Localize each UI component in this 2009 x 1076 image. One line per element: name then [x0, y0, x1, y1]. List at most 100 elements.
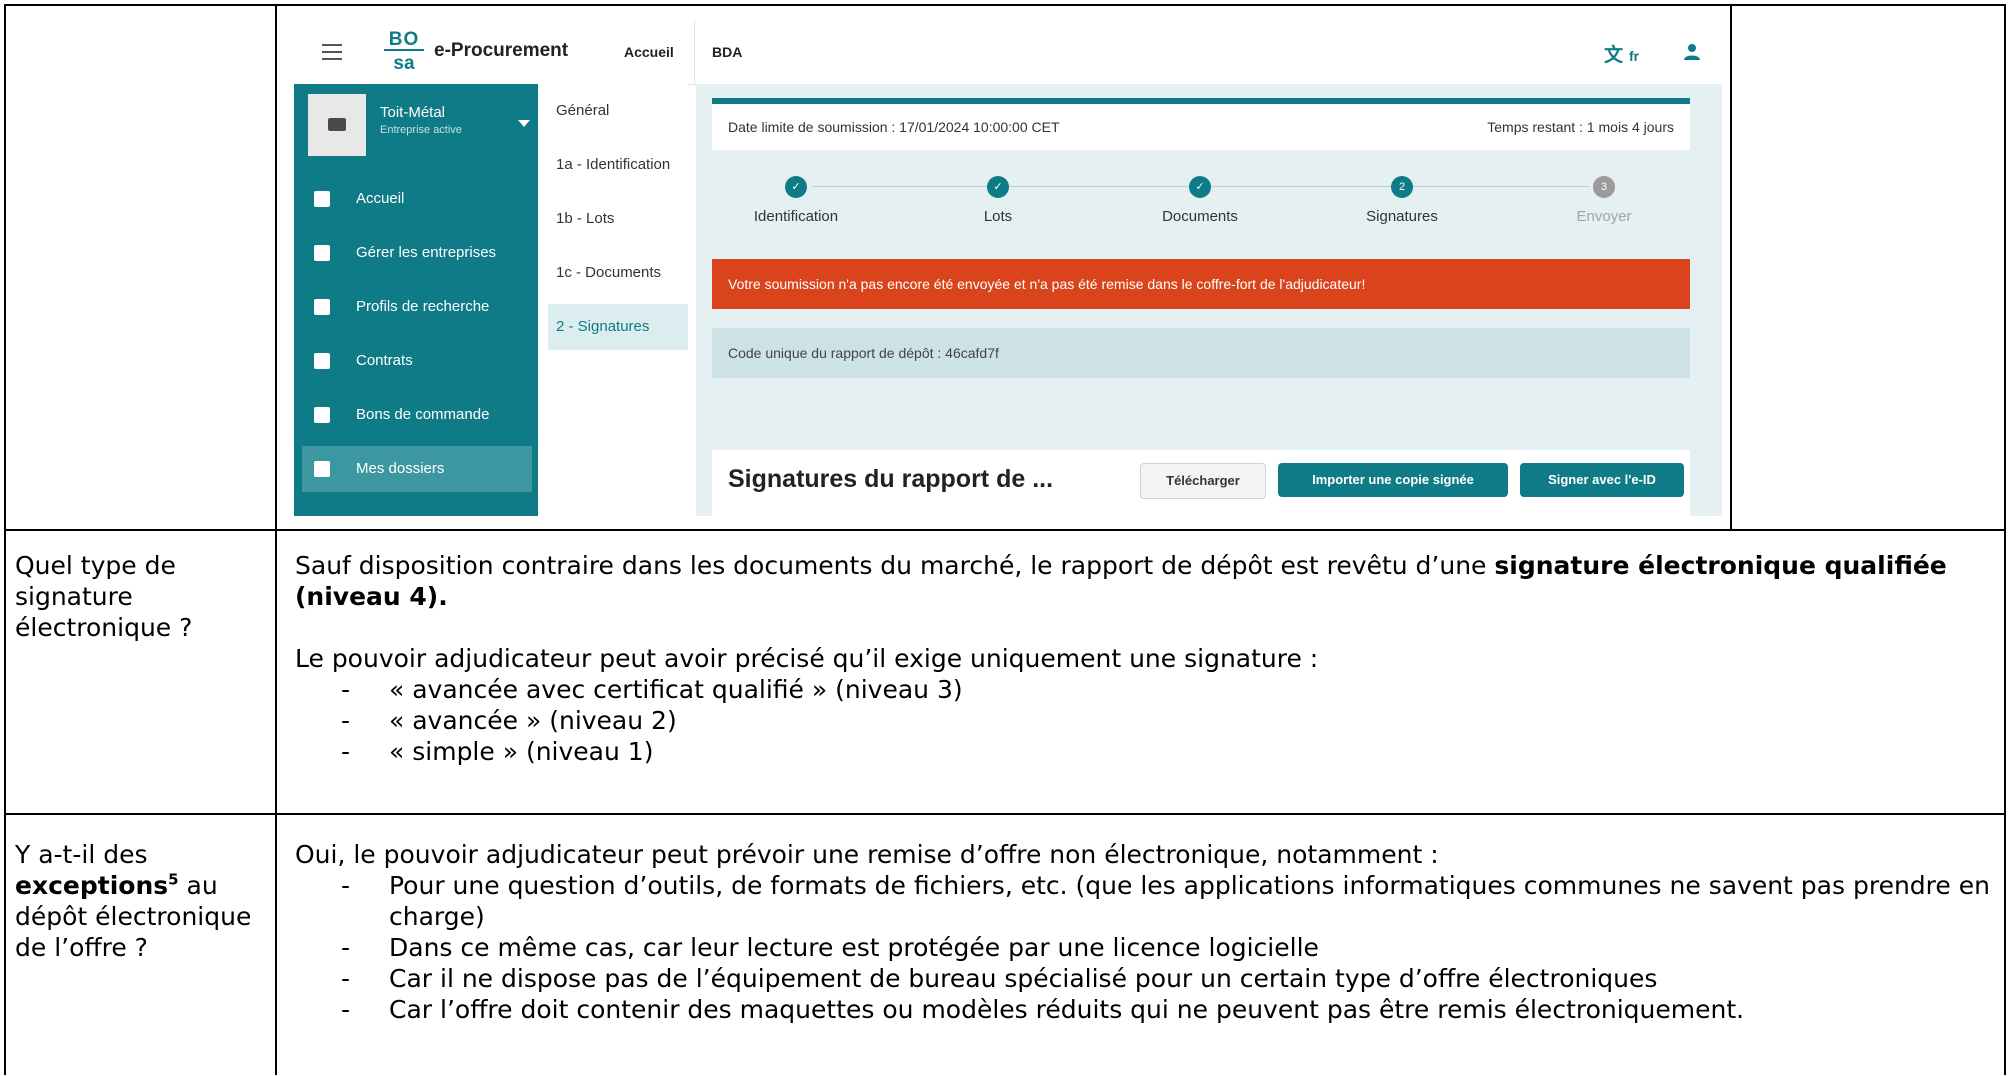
list-item: - Dans ce même cas, car leur lecture est …	[341, 933, 1319, 962]
table-border-left	[4, 4, 6, 1075]
question-exceptions-pre: Y a-t-il des	[15, 840, 148, 869]
signatures-title: Signatures du rapport de ...	[728, 465, 1054, 493]
column-divider	[275, 4, 277, 1075]
step-label: Documents	[1162, 208, 1238, 225]
company-status: Entreprise active	[380, 124, 462, 136]
sign-eid-button[interactable]: Signer avec l'e-ID	[1520, 463, 1684, 497]
subnav-general[interactable]: Général	[548, 88, 688, 134]
answer-paragraph-2: Le pouvoir adjudicateur peut avoir préci…	[295, 644, 1319, 673]
topbar-separator	[694, 20, 695, 84]
translate-icon: 文	[1604, 45, 1624, 66]
step-label: Lots	[983, 208, 1013, 225]
question-signature-type: Quel type de signature électronique ?	[15, 551, 193, 642]
subnav-documents[interactable]: 1c - Documents	[548, 250, 688, 296]
deadline-banner: Date limite de soumission : 17/01/2024 1…	[712, 104, 1690, 150]
dashboard-icon	[314, 191, 330, 207]
subnav-signatures[interactable]: 2 - Signatures	[548, 304, 688, 350]
remaining-time: Temps restant : 1 mois 4 jours	[1487, 119, 1674, 135]
sidebar-item-label: Bons de commande	[356, 406, 490, 423]
language-code: fr	[1629, 48, 1640, 64]
answer-intro: Sauf disposition contraire dans les docu…	[295, 551, 1495, 580]
menu-icon[interactable]	[322, 44, 342, 65]
user-search-icon	[314, 299, 330, 315]
sidebar-item-bons[interactable]: Bons de commande	[302, 392, 532, 438]
list-item-text: Car l’offre doit contenir des maquettes …	[389, 995, 1745, 1024]
progress-stepper: ✓ Identification ✓ Lots ✓ Documents 2 Signat…	[712, 170, 1690, 240]
check-icon: ✓	[987, 176, 1009, 198]
list-item-text: Dans ce même cas, car leur lecture est p…	[389, 933, 1319, 962]
list-item-text: Car il ne dispose pas de l’équipement de…	[389, 964, 1658, 993]
subnav-label: 1c - Documents	[556, 264, 662, 281]
list-item: - « avancée avec certificat qualifié » (n…	[341, 675, 963, 704]
deposit-code-text: Code unique du rapport de dépôt : 46cafd…	[728, 345, 999, 361]
signature-level-list: - « avancée avec certificat qualifié » (n…	[295, 674, 1995, 767]
table-border-right	[2004, 4, 2006, 1075]
company-image-icon	[308, 94, 366, 156]
signatures-panel: Signatures du rapport de ... Télécharger…	[712, 450, 1690, 516]
list-item: - « avancée » (niveau 2)	[341, 706, 677, 735]
import-signed-copy-button[interactable]: Importer une copie signée	[1278, 463, 1508, 497]
eprocurement-screenshot: BO sa e-Procurement Accueil BDA 文 fr Toit…	[294, 20, 1722, 516]
user-icon[interactable]	[1682, 42, 1702, 62]
step-label: Signatures	[1366, 208, 1438, 225]
sidebar-item-label: Mes dossiers	[356, 460, 445, 477]
company-selector[interactable]: Toit-Métal Entreprise active	[308, 94, 530, 156]
topnav-bda-link[interactable]: BDA	[712, 44, 742, 60]
alert-text: Votre soumission n'a pas encore été envo…	[728, 276, 1366, 292]
logo-bottom: sa	[384, 49, 424, 73]
check-icon: ✓	[785, 176, 807, 198]
subnav-label: 2 - Signatures	[556, 318, 650, 335]
sidebar-item-dossiers[interactable]: Mes dossiers	[302, 446, 532, 492]
exceptions-list: - Pour une question d’outils, de formats …	[295, 870, 1995, 1025]
answer-exceptions-intro: Oui, le pouvoir adjudicateur peut prévoi…	[295, 840, 1439, 869]
subnav-identification[interactable]: 1a - Identification	[548, 142, 688, 188]
not-sent-alert: Votre soumission n'a pas encore été envo…	[712, 259, 1690, 309]
submission-subnav: Général 1a - Identification 1b - Lots 1c…	[538, 84, 688, 516]
footnote-ref: 5	[168, 870, 179, 889]
question-exceptions: Y a-t-il des exceptions5 au dépôt électr…	[15, 839, 270, 963]
download-button[interactable]: Télécharger	[1140, 463, 1266, 499]
submission-content: Date limite de soumission : 17/01/2024 1…	[696, 84, 1722, 516]
step-documents[interactable]: ✓ Documents	[1100, 176, 1300, 225]
step-label: Envoyer	[1576, 208, 1632, 225]
step-number: 3	[1593, 176, 1615, 198]
list-item: - Car l’offre doit contenir des maquettes…	[341, 995, 1745, 1024]
sidebar-item-profils[interactable]: Profils de recherche	[302, 284, 532, 330]
sidebar-item-accueil[interactable]: Accueil	[302, 176, 532, 222]
language-switcher[interactable]: 文 fr	[1604, 40, 1639, 67]
check-icon: ✓	[1189, 176, 1211, 198]
image-cell-divider	[1730, 4, 1732, 530]
app-title: e-Procurement	[434, 40, 569, 61]
answer-signature-type: Sauf disposition contraire dans les docu…	[295, 550, 1995, 767]
list-item: - « simple » (niveau 1)	[341, 737, 654, 766]
step-lots[interactable]: ✓ Lots	[898, 176, 1098, 225]
step-label: Identification	[753, 208, 839, 225]
subnav-label: 1a - Identification	[556, 156, 671, 173]
bookmark-icon	[314, 461, 330, 477]
list-item-text: « avancée » (niveau 2)	[389, 706, 677, 735]
sidebar-item-label: Accueil	[356, 190, 405, 207]
list-item-text: « simple » (niveau 1)	[389, 737, 654, 766]
app-topbar: BO sa e-Procurement Accueil BDA 文 fr	[294, 20, 1722, 85]
deadline-text: Date limite de soumission : 17/01/2024 1…	[728, 119, 1060, 135]
row-divider-2	[4, 813, 2006, 815]
subnav-label: Général	[556, 102, 610, 119]
answer-paragraph-1: Sauf disposition contraire dans les docu…	[295, 550, 1995, 612]
table-border-top	[4, 4, 2006, 6]
deposit-code-banner: Code unique du rapport de dépôt : 46cafd…	[712, 328, 1690, 378]
sidebar-item-entreprises[interactable]: Gérer les entreprises	[302, 230, 532, 276]
step-envoyer[interactable]: 3 Envoyer	[1504, 176, 1704, 225]
subnav-label: 1b - Lots	[556, 210, 615, 227]
company-name: Toit-Métal	[380, 104, 446, 121]
sidebar-item-label: Profils de recherche	[356, 298, 490, 315]
step-identification[interactable]: ✓ Identification	[696, 176, 896, 225]
step-number: 2	[1391, 176, 1413, 198]
list-item: - Pour une question d’outils, de formats …	[341, 871, 1990, 931]
bosa-logo: BO sa	[384, 30, 424, 74]
bank-icon	[314, 245, 330, 261]
subnav-lots[interactable]: 1b - Lots	[548, 196, 688, 242]
step-signatures[interactable]: 2 Signatures	[1302, 176, 1502, 225]
topnav-home-link[interactable]: Accueil	[624, 44, 674, 60]
sidebar-item-contrats[interactable]: Contrats	[302, 338, 532, 384]
app-sidebar: Toit-Métal Entreprise active Accueil Gér…	[294, 84, 538, 516]
